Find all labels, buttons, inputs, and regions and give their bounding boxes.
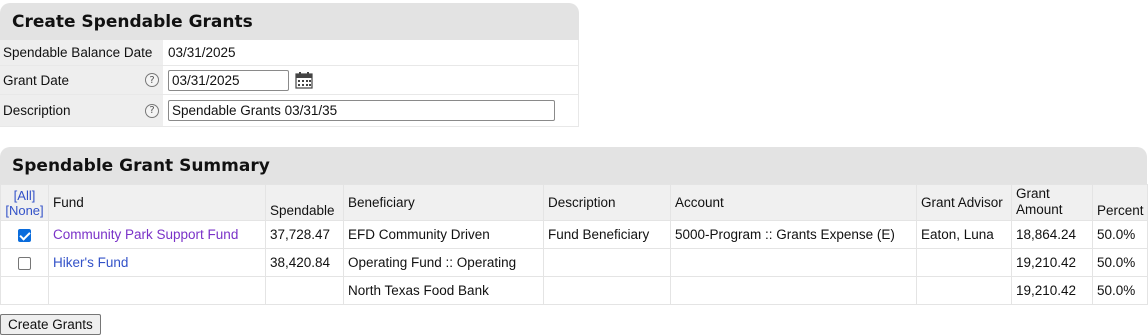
fund-cell <box>48 276 266 305</box>
row-select-cell <box>0 248 49 277</box>
fund-link[interactable]: Hiker's Fund <box>48 248 266 277</box>
col-fund: Fund <box>48 184 266 221</box>
create-grants-button[interactable]: Create Grants <box>0 314 101 335</box>
balance-date-value: 03/31/2025 <box>163 40 579 65</box>
col-grant-amount-line1: Grant <box>1016 186 1050 201</box>
grant-date-row: Grant Date ? <box>0 66 579 95</box>
spendable-cell <box>265 276 344 305</box>
percent-cell: 50.0% <box>1092 248 1148 277</box>
row-select-cell <box>0 220 49 249</box>
percent-cell: 50.0% <box>1092 220 1148 249</box>
description-value-cell <box>163 95 579 126</box>
advisor-cell <box>916 248 1012 277</box>
spendable-cell: 37,728.47 <box>265 220 344 249</box>
table-row: Hiker's Fund 38,420.84 Operating Fund ::… <box>0 248 1148 277</box>
advisor-cell: Eaton, Luna <box>916 220 1012 249</box>
row-select-cell <box>0 276 49 305</box>
grant-date-help-icon[interactable]: ? <box>145 73 159 87</box>
col-grant-amount: Grant Amount <box>1011 184 1093 221</box>
description-label-cell: Description ? <box>0 95 163 126</box>
fund-link[interactable]: Community Park Support Fund <box>48 220 266 249</box>
table-header-row: [All] [None] Fund Spendable Beneficiary … <box>0 184 1148 221</box>
spendable-cell: 38,420.84 <box>265 248 344 277</box>
grant-date-label-cell: Grant Date ? <box>0 66 163 94</box>
table-row: North Texas Food Bank 19,210.42 50.0% <box>0 276 1148 305</box>
description-cell <box>543 248 671 277</box>
col-grant-amount-line2: Amount <box>1016 202 1063 217</box>
calendar-icon[interactable] <box>295 71 313 89</box>
amount-cell: 19,210.42 <box>1011 276 1093 305</box>
beneficiary-cell: North Texas Food Bank <box>343 276 544 305</box>
beneficiary-cell: Operating Fund :: Operating <box>343 248 544 277</box>
select-all-link[interactable]: [All] <box>5 188 44 203</box>
percent-cell: 50.0% <box>1092 276 1148 305</box>
advisor-cell <box>916 276 1012 305</box>
grant-date-value-cell <box>163 66 579 94</box>
col-grant-advisor: Grant Advisor <box>916 184 1012 221</box>
col-description: Description <box>543 184 671 221</box>
col-spendable: Spendable <box>265 184 344 221</box>
account-cell <box>670 248 917 277</box>
account-cell <box>670 276 917 305</box>
description-cell <box>543 276 671 305</box>
amount-cell: 18,864.24 <box>1011 220 1093 249</box>
beneficiary-cell: EFD Community Driven <box>343 220 544 249</box>
balance-date-label: Spendable Balance Date <box>0 40 163 65</box>
grant-summary-table: [All] [None] Fund Spendable Beneficiary … <box>0 184 1148 305</box>
description-row: Description ? <box>0 95 579 127</box>
description-label: Description <box>3 103 71 118</box>
grant-date-label: Grant Date <box>3 72 70 88</box>
grant-summary-panel-title: Spendable Grant Summary <box>0 147 1147 184</box>
balance-date-row: Spendable Balance Date 03/31/2025 <box>0 40 579 66</box>
create-grants-panel-title: Create Spendable Grants <box>0 3 579 40</box>
description-help-icon[interactable]: ? <box>145 103 159 118</box>
description-cell: Fund Beneficiary <box>543 220 671 249</box>
select-none-link[interactable]: [None] <box>5 203 44 218</box>
row-checkbox-checked[interactable] <box>18 228 31 242</box>
amount-cell: 19,210.42 <box>1011 248 1093 277</box>
row-checkbox[interactable] <box>18 256 31 270</box>
description-input[interactable] <box>168 100 555 121</box>
col-account: Account <box>670 184 917 221</box>
grant-date-input[interactable] <box>168 69 289 91</box>
col-beneficiary: Beneficiary <box>343 184 544 221</box>
select-cell: [All] [None] <box>0 184 49 221</box>
account-cell: 5000-Program :: Grants Expense (E) <box>670 220 917 249</box>
col-percent: Percent <box>1092 184 1148 221</box>
table-row: Community Park Support Fund 37,728.47 EF… <box>0 220 1148 249</box>
